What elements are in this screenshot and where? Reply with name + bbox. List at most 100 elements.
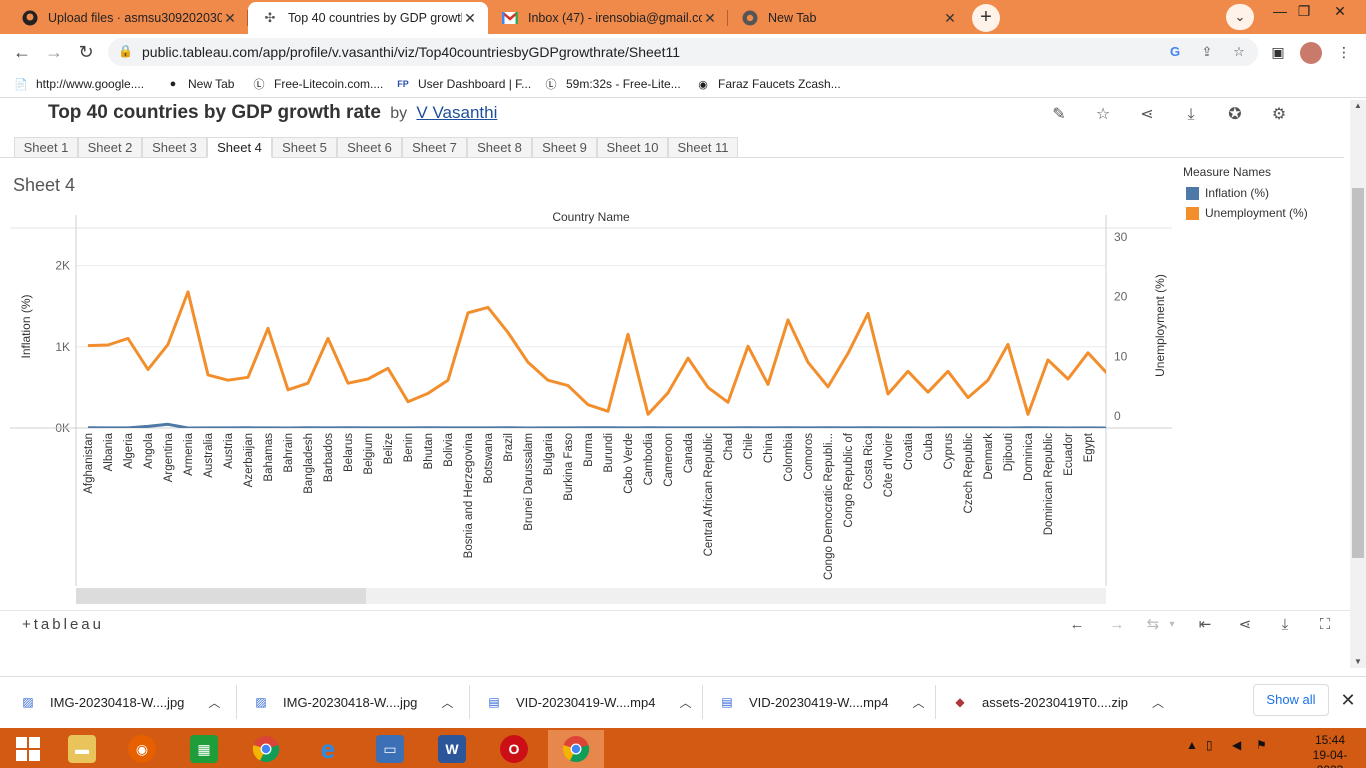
- scrollbar-thumb[interactable]: [1352, 188, 1364, 558]
- new-tab-button[interactable]: +: [972, 4, 1000, 32]
- horizontal-scrollbar[interactable]: [76, 588, 1106, 604]
- vertical-scrollbar[interactable]: ▲ ▼: [1350, 100, 1366, 668]
- redo-icon[interactable]: →: [1106, 615, 1128, 635]
- share-icon[interactable]: ⋖: [1136, 104, 1158, 126]
- chevron-up-icon[interactable]: ︿: [1152, 694, 1164, 711]
- battery-icon[interactable]: ▯: [1206, 738, 1213, 752]
- dual-axis-line-chart[interactable]: Country Name0K1K2K0102030Inflation (%) Un…: [0, 200, 1180, 590]
- back-button[interactable]: ←: [8, 38, 36, 66]
- start-button[interactable]: [0, 730, 56, 768]
- tab-sheet-3[interactable]: Sheet 3: [142, 137, 207, 158]
- chrome-icon: [742, 10, 758, 26]
- chevron-up-icon[interactable]: ︿: [208, 694, 220, 711]
- sheet-title: Sheet 4: [13, 175, 76, 195]
- share-icon[interactable]: ⋖: [1234, 615, 1256, 635]
- restore-button[interactable]: ❐: [1284, 0, 1324, 24]
- legend-item-inflation[interactable]: Inflation (%): [1186, 185, 1269, 201]
- bookmark-item[interactable]: Ⓛ 59m:32s - Free-Lite...: [544, 74, 681, 94]
- chevron-up-icon[interactable]: ︿: [912, 694, 924, 711]
- taskbar-chrome-profile[interactable]: [548, 730, 604, 768]
- taskbar-chrome[interactable]: [238, 730, 294, 768]
- avatar[interactable]: [1300, 42, 1322, 64]
- download-item[interactable]: ▨ IMG-20230418-W....jpg ︿: [20, 677, 220, 727]
- close-icon[interactable]: ✕: [462, 10, 478, 27]
- menu-icon[interactable]: ⋮: [1334, 42, 1354, 62]
- chevron-up-icon[interactable]: ︿: [441, 694, 453, 711]
- taskbar-internet-explorer[interactable]: e: [300, 730, 356, 768]
- bookmark-item[interactable]: FP User Dashboard | F...: [396, 74, 531, 94]
- tab-sheet-10[interactable]: Sheet 10: [597, 137, 668, 158]
- tab-sheet-9[interactable]: Sheet 9: [532, 137, 597, 158]
- tab-sheet-6[interactable]: Sheet 6: [337, 137, 402, 158]
- browser-tab-github[interactable]: Upload files · asmsu30920203091 ✕: [8, 2, 248, 34]
- network-icon[interactable]: ⚑: [1256, 738, 1267, 752]
- share-icon[interactable]: ⇪: [1198, 43, 1216, 61]
- x-tick-label: China: [763, 432, 775, 463]
- x-tick-label: Cuba: [923, 432, 935, 460]
- window-close-button[interactable]: ✕: [1320, 0, 1360, 24]
- revert-icon[interactable]: ⇆: [1142, 615, 1164, 635]
- fullscreen-icon[interactable]: ⛶: [1314, 615, 1336, 635]
- tab-sheet-1[interactable]: Sheet 1: [14, 137, 78, 158]
- download-item[interactable]: ▤ VID-20230419-W....mp4 ︿: [719, 677, 924, 727]
- tableau-logo[interactable]: +tableau: [22, 616, 104, 633]
- tray-overflow-icon[interactable]: ▲: [1186, 738, 1198, 752]
- star-icon[interactable]: ☆: [1230, 43, 1248, 61]
- gear-icon[interactable]: ⚙: [1268, 104, 1290, 126]
- download-item[interactable]: ◆ assets-20230419T0....zip ︿: [952, 677, 1164, 727]
- bookmark-item[interactable]: ● New Tab: [166, 74, 235, 94]
- legend-item-unemployment[interactable]: Unemployment (%): [1186, 205, 1308, 221]
- taskbar-file-explorer[interactable]: ▬: [54, 730, 110, 768]
- download-item[interactable]: ▨ IMG-20230418-W....jpg ︿: [253, 677, 453, 727]
- side-panel-icon[interactable]: ▣: [1268, 42, 1288, 62]
- author-link[interactable]: V Vasanthi: [416, 103, 497, 122]
- tab-sheet-7[interactable]: Sheet 7: [402, 137, 467, 158]
- reload-button[interactable]: ↻: [72, 38, 100, 66]
- download-icon[interactable]: ⤓: [1180, 104, 1202, 126]
- volume-icon[interactable]: ◀: [1232, 738, 1241, 752]
- reset-icon[interactable]: ⇤: [1194, 615, 1216, 635]
- download-icon[interactable]: ⤓: [1274, 615, 1296, 635]
- undo-icon[interactable]: ←: [1066, 615, 1088, 635]
- show-all-downloads-button[interactable]: Show all: [1253, 684, 1329, 716]
- taskbar-remote-desktop[interactable]: ▭: [362, 730, 418, 768]
- bookmark-item[interactable]: ◉ Faraz Faucets Zcash...: [696, 74, 841, 94]
- x-tick-label: Cambodia: [643, 432, 655, 485]
- close-icon[interactable]: ✕: [222, 10, 238, 27]
- close-icon[interactable]: ✕: [702, 10, 718, 27]
- bookmark-item[interactable]: 📄 http://www.google....: [14, 74, 144, 94]
- close-icon[interactable]: ✕: [942, 10, 958, 27]
- taskbar-store[interactable]: ▦: [176, 730, 232, 768]
- edit-icon[interactable]: ✎: [1048, 104, 1070, 126]
- ie-icon: e: [320, 733, 336, 764]
- favorite-star-icon[interactable]: ☆: [1092, 104, 1114, 126]
- tab-sheet-8[interactable]: Sheet 8: [467, 137, 532, 158]
- badge-icon[interactable]: ✪: [1224, 104, 1246, 126]
- right-axis-title: Unemployment (%): [1153, 274, 1167, 377]
- browser-tab-gmail[interactable]: Inbox (47) - irensobia@gmail.com ✕: [488, 2, 728, 34]
- chevron-up-icon[interactable]: ︿: [679, 694, 691, 711]
- scroll-down-arrow[interactable]: ▼: [1350, 656, 1366, 668]
- bookmark-item[interactable]: Ⓛ Free-Litecoin.com....: [252, 74, 384, 94]
- screen: Upload files · asmsu30920203091 ✕ ✣ Top …: [0, 0, 1366, 768]
- close-icon[interactable]: ✕: [1338, 688, 1358, 712]
- download-item[interactable]: ▤ VID-20230419-W....mp4 ︿: [486, 677, 691, 727]
- tab-sheet-4[interactable]: Sheet 4: [207, 137, 272, 158]
- taskbar-clock[interactable]: 15:44 19-04-2023: [1300, 733, 1360, 768]
- scrollbar-thumb[interactable]: [76, 588, 366, 604]
- x-tick-label: Costa Rica: [863, 432, 875, 489]
- tab-sheet-2[interactable]: Sheet 2: [78, 137, 142, 158]
- google-translate-icon[interactable]: G: [1166, 43, 1184, 61]
- browser-tab-tableau[interactable]: ✣ Top 40 countries by GDP growth ✕: [248, 2, 488, 34]
- taskbar-word[interactable]: W: [424, 730, 480, 768]
- tab-search-button[interactable]: ⌄: [1226, 4, 1254, 30]
- scroll-up-arrow[interactable]: ▲: [1350, 100, 1366, 112]
- forward-button[interactable]: →: [40, 38, 68, 66]
- taskbar-opera[interactable]: O: [486, 730, 542, 768]
- taskbar-firefox[interactable]: ◉: [114, 730, 170, 768]
- address-bar[interactable]: 🔒 public.tableau.com/app/profile/v.vasan…: [108, 38, 1258, 66]
- tab-sheet-11[interactable]: Sheet 11: [668, 137, 738, 158]
- chevron-down-icon[interactable]: ▾: [1166, 615, 1178, 635]
- tab-sheet-5[interactable]: Sheet 5: [272, 137, 337, 158]
- browser-tab-newtab[interactable]: New Tab ✕: [728, 2, 968, 34]
